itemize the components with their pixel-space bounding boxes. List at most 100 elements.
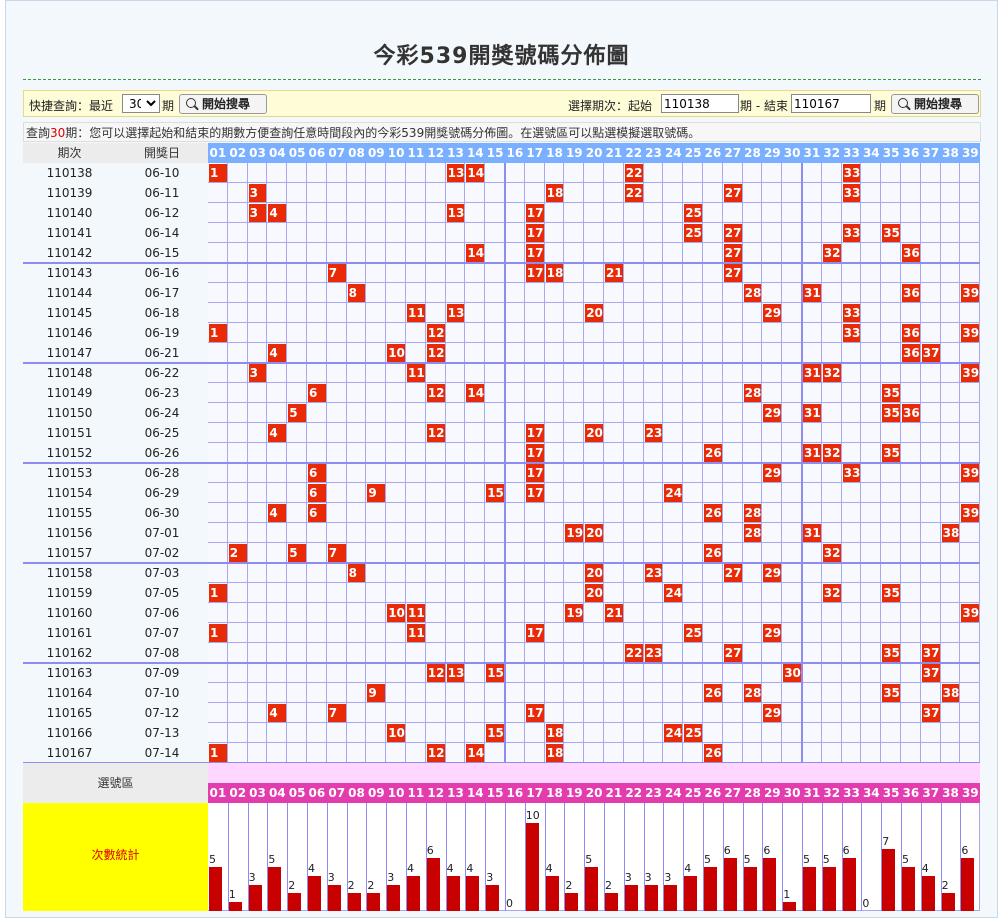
select-number-button[interactable]: 02: [227, 783, 248, 803]
row-date: 06-29: [144, 486, 180, 500]
grid-cell: [584, 183, 604, 203]
grid-cell: [346, 543, 367, 563]
drawn-number: 24: [664, 584, 683, 602]
grid-cell: [901, 223, 921, 243]
select-number-button[interactable]: 34: [861, 783, 882, 803]
grid-cell: [643, 383, 664, 403]
grid-cell: [485, 403, 505, 423]
grid-cell: [762, 523, 783, 543]
grid-cell: [524, 303, 545, 323]
grid-cell: [386, 523, 406, 543]
select-number-button[interactable]: 01: [208, 783, 228, 803]
select-number-button[interactable]: 35: [881, 783, 901, 803]
grid-cell: [762, 203, 783, 223]
select-number-button[interactable]: 04: [267, 783, 288, 803]
select-number-button[interactable]: 19: [564, 783, 585, 803]
row-date: 06-23: [144, 386, 180, 400]
drawn-number: 23: [644, 644, 663, 662]
grid-cell: [683, 683, 703, 703]
select-number-button[interactable]: 32: [821, 783, 842, 803]
grid-cell: [326, 683, 347, 703]
select-number-button[interactable]: 26: [703, 783, 723, 803]
select-number-button[interactable]: 25: [683, 783, 703, 803]
select-number-button[interactable]: 28: [742, 783, 763, 803]
select-number-button[interactable]: 05: [287, 783, 307, 803]
select-number-button[interactable]: 27: [722, 783, 743, 803]
count-bar: [585, 867, 599, 911]
grid-cell: [505, 263, 525, 283]
drawn-number: 3: [248, 364, 267, 382]
select-number-button[interactable]: 11: [406, 783, 426, 803]
col-header-number: 04: [267, 143, 288, 163]
drawn-number: 5: [288, 404, 306, 422]
select-number-button[interactable]: 12: [425, 783, 446, 803]
select-number-button[interactable]: 29: [762, 783, 783, 803]
drawn-number: 27: [723, 564, 742, 582]
select-number-button[interactable]: 15: [485, 783, 505, 803]
stats-column-line: [366, 803, 368, 911]
drawn-number: 39: [961, 364, 980, 382]
select-number-button[interactable]: 09: [366, 783, 387, 803]
grid-cell: [465, 543, 486, 563]
select-number-button[interactable]: 39: [960, 783, 981, 803]
select-number-button[interactable]: 07: [326, 783, 347, 803]
col-header-number: 10: [386, 143, 406, 163]
grid-cell: [821, 303, 842, 323]
grid-cell: [366, 283, 387, 303]
select-number-button[interactable]: 10: [386, 783, 406, 803]
select-number-button[interactable]: 37: [920, 783, 941, 803]
start-period-input[interactable]: [661, 94, 739, 113]
select-number-button[interactable]: 22: [623, 783, 644, 803]
select-number-button[interactable]: 06: [307, 783, 327, 803]
select-number-button[interactable]: 03: [247, 783, 268, 803]
count-label: 1: [783, 888, 791, 901]
select-number-button[interactable]: 08: [346, 783, 367, 803]
quick-search-button[interactable]: 開始搜尋: [179, 94, 267, 114]
select-number-button[interactable]: 23: [643, 783, 664, 803]
select-number-button[interactable]: 30: [782, 783, 802, 803]
select-number-button[interactable]: 16: [505, 783, 525, 803]
select-number-button[interactable]: 21: [604, 783, 624, 803]
info-suffix: 期：您可以選擇起始和結束的期數方便查詢任意時間段內的今彩539開獎號碼分佈圖。在…: [65, 126, 701, 140]
grid-cell: [406, 583, 426, 603]
select-number-button[interactable]: 13: [445, 783, 466, 803]
select-number-button[interactable]: 38: [940, 783, 961, 803]
grid-cell: [465, 683, 486, 703]
select-number-button[interactable]: 14: [465, 783, 486, 803]
grid-cell: [782, 523, 802, 543]
count-label: 4: [684, 862, 692, 875]
row-date: 06-28: [144, 466, 180, 480]
stats-column-line: [604, 803, 605, 911]
end-period-input[interactable]: [791, 94, 871, 113]
select-number-button[interactable]: 18: [544, 783, 565, 803]
grid-cell: [683, 363, 703, 383]
recent-periods-select[interactable]: 30: [122, 94, 160, 113]
grid-cell: [267, 603, 288, 623]
grid-cell: [782, 163, 802, 183]
grid-cell: [762, 663, 783, 683]
select-number-button[interactable]: 31: [802, 783, 822, 803]
quick-label: 快捷查詢：最近: [29, 99, 114, 113]
col-header-number: 02: [227, 143, 248, 163]
grid-cell: [346, 583, 367, 603]
select-number-button[interactable]: 17: [524, 783, 545, 803]
grid-cell: [703, 583, 723, 603]
grid-cell: [544, 283, 565, 303]
drawn-number: 14: [466, 384, 485, 402]
row-date: 06-11: [144, 186, 180, 200]
select-number-button[interactable]: 24: [663, 783, 684, 803]
count-bar: [664, 885, 678, 911]
drawn-number: 33: [842, 324, 861, 342]
grid-cell: [465, 523, 486, 543]
grid-cell: [663, 403, 684, 423]
range-search-button[interactable]: 開始搜尋: [891, 94, 979, 114]
grid-cell: [762, 643, 783, 663]
select-number-button[interactable]: 20: [584, 783, 604, 803]
grid-cell: [742, 403, 763, 423]
grid-cell: [841, 623, 862, 643]
select-number-button[interactable]: 36: [901, 783, 921, 803]
grid-cell: [287, 723, 307, 743]
select-number-button[interactable]: 33: [841, 783, 862, 803]
grid-cell: [445, 683, 466, 703]
grid-cell: [663, 263, 684, 283]
